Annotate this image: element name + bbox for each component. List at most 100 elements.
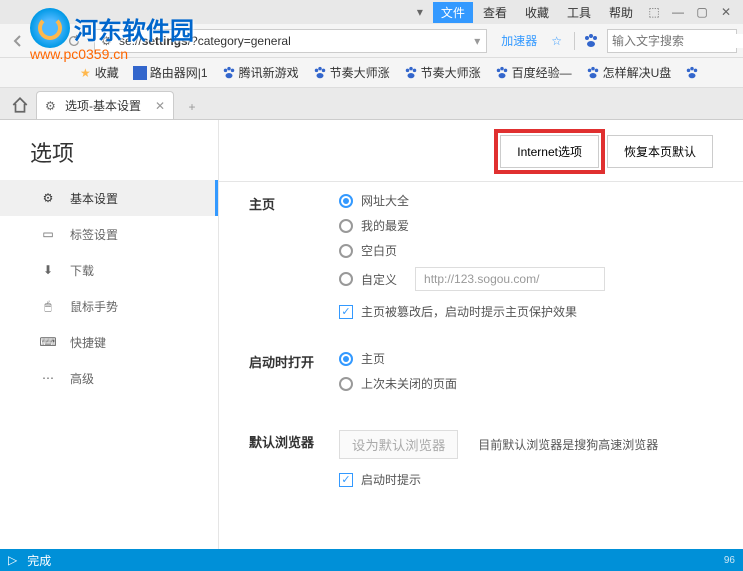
radio-homepage-fav[interactable] [339, 219, 353, 233]
radio-homepage-custom[interactable] [339, 272, 353, 286]
bookmark-item[interactable]: 腾讯新游戏 [222, 64, 299, 81]
home-button[interactable] [6, 91, 34, 119]
radio-label: 上次未关闭的页面 [361, 375, 457, 392]
status-text: 完成 [27, 552, 51, 569]
radio-label: 空白页 [361, 242, 397, 259]
bookmarks-bar: ★收藏 路由器网|1 腾讯新游戏 节奏大师涨 节奏大师涨 百度经验— 怎样解决U… [0, 58, 743, 88]
sidebar-item-label: 快捷键 [70, 334, 106, 351]
checkbox-label: 启动时提示 [361, 471, 421, 488]
status-bar: ▷ 完成 96 [0, 549, 743, 571]
accelerator-link[interactable]: 加速器 [501, 32, 537, 49]
radio-label: 网址大全 [361, 192, 409, 209]
gear-icon: ⚙ [45, 99, 59, 113]
address-bar[interactable]: ⚙ se://settings/?category=general ▾ [94, 29, 487, 53]
search-input[interactable] [612, 34, 743, 48]
sidebar-item-tabs[interactable]: ▭ 标签设置 [0, 216, 218, 252]
bookmark-item[interactable]: 怎样解决U盘 [586, 64, 672, 81]
content: ⚙ 基本设置 ▭ 标签设置 ⬇ 下载 🖱鼠标手势 ⌨ 快捷键 ⋯ 高级 主页 网址大全 我… [0, 120, 743, 558]
download-icon: ⬇ [40, 262, 56, 278]
internet-options-button[interactable]: Internet选项 [500, 135, 599, 168]
gear-icon: ⚙ [40, 190, 56, 206]
favorites-label[interactable]: ★收藏 [80, 64, 119, 81]
sidebar-item-download[interactable]: ⬇ 下载 [0, 252, 218, 288]
bookmark-item[interactable]: 百度经验— [495, 64, 572, 81]
page-header: 选项 Internet选项 恢复本页默认 [0, 122, 743, 182]
menu-tools[interactable]: 工具 [559, 2, 599, 23]
paw-icon[interactable] [583, 33, 599, 49]
tab-settings[interactable]: ⚙ 选项-基本设置 ✕ [36, 91, 174, 119]
dropdown-icon[interactable]: ▾ [412, 4, 428, 20]
paw-icon [313, 66, 327, 80]
sidebar-item-label: 高级 [70, 370, 94, 387]
tab-icon: ▭ [40, 226, 56, 242]
sidebar-item-gestures[interactable]: 🖱鼠标手势 [0, 288, 218, 324]
menu-help[interactable]: 帮助 [601, 2, 641, 23]
section-label: 主页 [249, 192, 339, 320]
sidebar-item-advanced[interactable]: ⋯ 高级 [0, 360, 218, 396]
radio-label: 自定义 [361, 271, 397, 288]
divider [574, 32, 575, 50]
page-title: 选项 [30, 136, 492, 168]
reload-button[interactable] [62, 29, 86, 53]
back-button[interactable] [6, 29, 30, 53]
favorite-star-icon[interactable]: ☆ [551, 34, 562, 48]
close-icon[interactable]: ✕ [718, 4, 734, 20]
search-box[interactable]: 🔍 [607, 29, 737, 53]
sidebar-item-label: 标签设置 [70, 226, 118, 243]
checkbox-label: 主页被篡改后，启动时提示主页保护效果 [361, 303, 577, 320]
radio-label: 主页 [361, 350, 385, 367]
section-label: 默认浏览器 [249, 430, 339, 488]
maximize-icon[interactable]: ▢ [694, 4, 710, 20]
sidebar-item-label: 基本设置 [70, 190, 118, 207]
tab-title: 选项-基本设置 [65, 97, 141, 114]
radio-startup-last[interactable] [339, 377, 353, 391]
menu-view[interactable]: 查看 [475, 2, 515, 23]
checkbox-startup-prompt[interactable]: ✓ [339, 473, 353, 487]
tab-close-icon[interactable]: ✕ [155, 99, 165, 113]
bookmark-item[interactable]: 路由器网|1 [133, 64, 208, 81]
toolbar: ⚙ se://settings/?category=general ▾ 加速器 … [0, 24, 743, 58]
radio-homepage-all[interactable] [339, 194, 353, 208]
radio-startup-home[interactable] [339, 352, 353, 366]
app-icon[interactable]: ⬚ [646, 4, 662, 20]
set-default-button[interactable]: 设为默认浏览器 [339, 430, 458, 459]
play-icon[interactable]: ▷ [8, 553, 17, 567]
section-label: 启动时打开 [249, 350, 339, 400]
menu-favorites[interactable]: 收藏 [517, 2, 557, 23]
mouse-icon: 🖱 [40, 298, 56, 314]
sidebar-item-label: 下载 [70, 262, 94, 279]
radio-label: 我的最爱 [361, 217, 409, 234]
main-panel: 主页 网址大全 我的最爱 空白页 自定义 ✓ 主页被篡改后，启动时提示主页保护效果… [218, 120, 743, 558]
section-homepage: 主页 网址大全 我的最爱 空白页 自定义 ✓ 主页被篡改后，启动时提示主页保护效果 [249, 192, 723, 320]
star-icon: ★ [80, 66, 91, 80]
radio-homepage-blank[interactable] [339, 244, 353, 258]
custom-url-input[interactable] [415, 267, 605, 291]
paw-icon [404, 66, 418, 80]
bookmark-item[interactable]: 节奏大师涨 [404, 64, 481, 81]
section-startup: 启动时打开 主页 上次未关闭的页面 [249, 350, 723, 400]
advanced-icon: ⋯ [40, 370, 56, 386]
url-text: se://settings/?category=general [119, 34, 474, 48]
paw-icon [685, 66, 699, 80]
keyboard-icon: ⌨ [40, 334, 56, 350]
gear-icon: ⚙ [101, 34, 115, 48]
default-status: 目前默认浏览器是搜狗高速浏览器 [478, 436, 658, 453]
paw-icon [586, 66, 600, 80]
new-tab-button[interactable]: + [180, 95, 204, 119]
sidebar-item-shortcuts[interactable]: ⌨ 快捷键 [0, 324, 218, 360]
restore-defaults-button[interactable]: 恢复本页默认 [607, 135, 713, 168]
forward-button[interactable] [34, 29, 58, 53]
paw-icon [495, 66, 509, 80]
menu-bar: ▾ 文件 查看 收藏 工具 帮助 ⬚ ― ▢ ✕ [0, 0, 743, 24]
tabs-bar: ⚙ 选项-基本设置 ✕ + [0, 88, 743, 120]
bookmark-item[interactable] [685, 66, 699, 80]
bookmark-item[interactable]: 节奏大师涨 [313, 64, 390, 81]
menu-file[interactable]: 文件 [433, 2, 473, 23]
sidebar: ⚙ 基本设置 ▭ 标签设置 ⬇ 下载 🖱鼠标手势 ⌨ 快捷键 ⋯ 高级 [0, 120, 218, 558]
checkbox-protect[interactable]: ✓ [339, 305, 353, 319]
sidebar-item-basic[interactable]: ⚙ 基本设置 [0, 180, 218, 216]
minimize-icon[interactable]: ― [670, 4, 686, 20]
url-dropdown-icon[interactable]: ▾ [474, 34, 480, 48]
paw-icon [222, 66, 236, 80]
status-percent: 96 [724, 555, 735, 566]
